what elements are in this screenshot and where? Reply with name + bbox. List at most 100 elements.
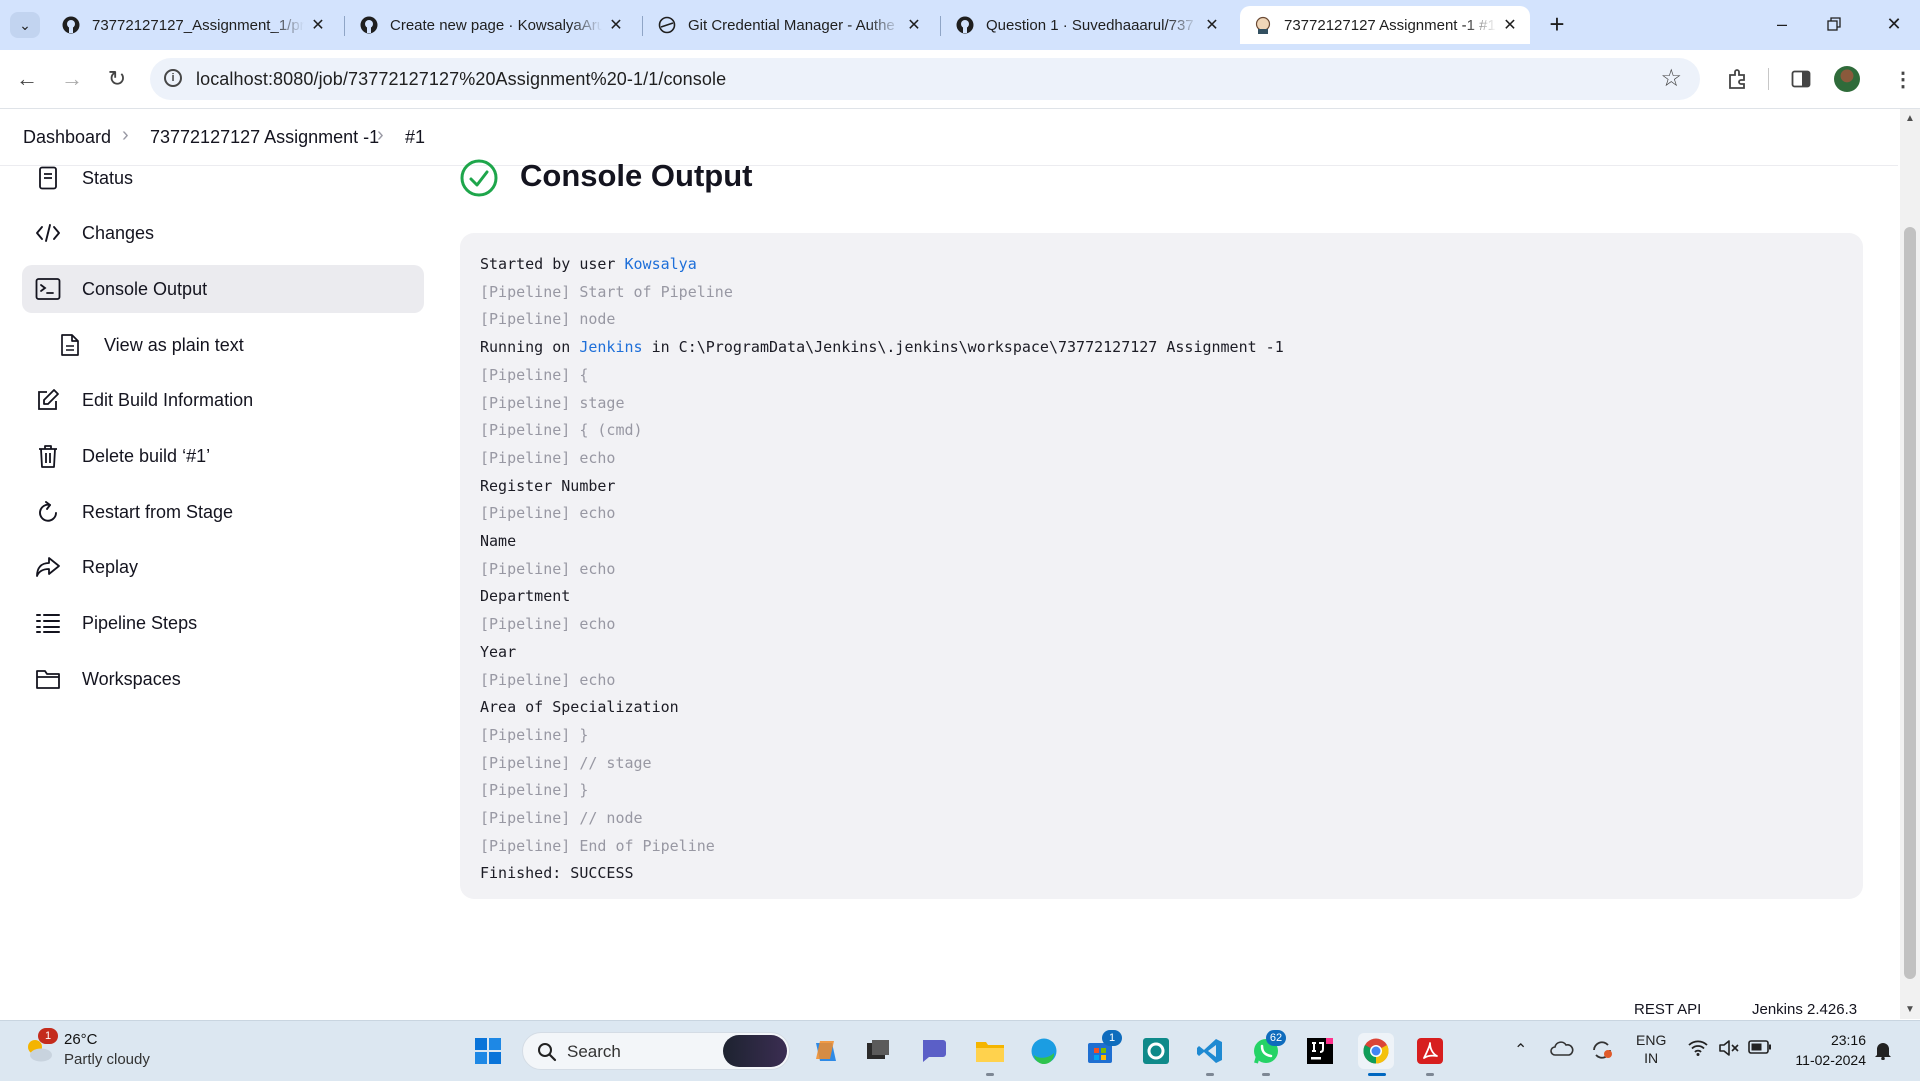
close-tab-icon[interactable]: ✕ [1496, 15, 1524, 35]
close-tab-icon[interactable]: ✕ [304, 15, 332, 35]
system-clock[interactable]: 23:16 11-02-2024 [1795, 1030, 1866, 1070]
sidebar-item-edit-build-information[interactable]: Edit Build Information [22, 376, 424, 424]
file-explorer-icon[interactable] [972, 1033, 1008, 1069]
edge-icon[interactable] [1026, 1033, 1062, 1069]
close-tab-icon[interactable]: ✕ [602, 15, 630, 35]
browser-tab[interactable]: 73772127127_Assignment_1/pr ✕ [48, 6, 338, 44]
console-line: [Pipeline] echo [480, 448, 616, 467]
cortana-icon[interactable] [1138, 1033, 1174, 1069]
close-window-icon[interactable]: ✕ [1864, 0, 1920, 48]
console-log: Started by user Kowsalya [Pipeline] Start… [480, 251, 1284, 888]
console-text: Running on [480, 338, 580, 357]
copilot-app-icon[interactable] [808, 1033, 844, 1069]
chevron-up-icon[interactable]: ⌃ [1514, 1040, 1527, 1060]
copilot-icon[interactable] [723, 1035, 787, 1067]
console-line: [Pipeline] stage [480, 393, 625, 412]
user-link[interactable]: Kowsalya [625, 255, 697, 273]
browser-tab-active[interactable]: 73772127127 Assignment -1 #1 ✕ [1240, 6, 1530, 44]
sidebar-item-changes[interactable]: Changes [22, 209, 424, 257]
volume-muted-icon[interactable] [1718, 1040, 1740, 1060]
tab-title: Create new page · KowsalyaAru [390, 16, 602, 34]
sidebar-item-restart-from-stage[interactable]: Restart from Stage [22, 488, 424, 536]
sync-icon[interactable] [1590, 1040, 1614, 1064]
task-view-icon[interactable] [860, 1033, 896, 1069]
jenkins-icon [1254, 16, 1272, 34]
console-line: Name [480, 532, 517, 551]
taskbar-search-box[interactable]: Search [522, 1032, 790, 1070]
clock-time: 23:16 [1830, 1032, 1866, 1048]
console-output-panel: Started by user Kowsalya [Pipeline] Start… [460, 233, 1863, 899]
language-indicator[interactable]: ENG IN [1636, 1031, 1666, 1067]
folder-icon [34, 665, 62, 693]
console-line: [Pipeline] } [480, 781, 589, 800]
sidebar-item-console-output[interactable]: Console Output [22, 265, 424, 313]
weather-temperature[interactable]: 26°C [64, 1031, 98, 1048]
running-indicator [1368, 1073, 1386, 1076]
status-icon [34, 164, 62, 192]
breadcrumb-build[interactable]: #1 [405, 127, 425, 148]
sidebar-item-status[interactable]: Status [22, 154, 424, 202]
sidebar-item-label: Workspaces [82, 668, 181, 689]
whatsapp-badge: 62 [1266, 1030, 1286, 1046]
browser-tab-strip: ⌄ 73772127127_Assignment_1/pr ✕ Create n… [0, 0, 1920, 50]
intellij-icon[interactable] [1302, 1033, 1338, 1069]
address-bar[interactable]: i localhost:8080/job/73772127127%20Assig… [150, 58, 1700, 100]
document-icon [56, 331, 84, 359]
rest-api-link[interactable]: REST API [1634, 1001, 1701, 1018]
tab-divider [344, 16, 345, 36]
globe-icon [658, 16, 676, 34]
site-info-icon[interactable]: i [164, 69, 182, 87]
restore-icon[interactable] [1804, 0, 1864, 48]
sidebar-item-view-as-plain-text[interactable]: View as plain text [22, 321, 424, 369]
wifi-icon[interactable] [1688, 1040, 1708, 1060]
browser-tab[interactable]: Git Credential Manager - Authe ✕ [644, 6, 934, 44]
side-panel-icon[interactable] [1786, 64, 1816, 94]
restart-icon [34, 498, 62, 526]
console-line: [Pipeline] echo [480, 559, 616, 578]
sidebar-item-delete-build[interactable]: Delete build ‘#1’ [22, 432, 424, 480]
edit-icon [34, 386, 62, 414]
notification-bell-icon[interactable] [1874, 1040, 1892, 1064]
sidebar-item-replay[interactable]: Replay [22, 543, 424, 591]
console-text: Started by user [480, 255, 625, 273]
profile-avatar[interactable] [1834, 66, 1860, 92]
close-tab-icon[interactable]: ✕ [1198, 15, 1226, 35]
tab-title: Question 1 · Suvedhaaarul/737 [986, 16, 1194, 34]
weather-condition[interactable]: Partly cloudy [64, 1051, 150, 1068]
close-tab-icon[interactable]: ✕ [900, 15, 928, 35]
new-tab-button[interactable]: + [1540, 10, 1574, 40]
jenkins-version-link[interactable]: Jenkins 2.426.3 [1752, 1001, 1857, 1018]
console-line: Running on Jenkins in C:\ProgramData\Jen… [480, 334, 1284, 362]
extensions-icon[interactable] [1722, 64, 1752, 94]
scroll-up-icon[interactable]: ▲ [1904, 113, 1916, 124]
console-line: Department [480, 587, 571, 606]
back-icon[interactable]: ← [10, 62, 44, 96]
forward-icon[interactable]: → [55, 62, 89, 96]
breadcrumb-job[interactable]: 73772127127 Assignment -1 [150, 127, 379, 148]
menu-dots-icon[interactable]: ⋮ [1888, 64, 1918, 94]
browser-tab[interactable]: Question 1 · Suvedhaaarul/737 ✕ [942, 6, 1232, 44]
onedrive-icon[interactable] [1550, 1040, 1574, 1060]
sidebar-item-pipeline-steps[interactable]: Pipeline Steps [22, 599, 424, 647]
battery-icon[interactable] [1748, 1040, 1772, 1058]
vscode-icon[interactable] [1192, 1033, 1228, 1069]
console-line: [Pipeline] echo [480, 504, 616, 523]
tab-search-button[interactable]: ⌄ [10, 12, 40, 38]
page-scrollbar[interactable]: ▲ ▼ [1900, 109, 1920, 1019]
sidebar-item-workspaces[interactable]: Workspaces [22, 655, 424, 703]
address-text[interactable]: localhost:8080/job/73772127127%20Assignm… [196, 69, 726, 90]
chat-icon[interactable] [915, 1033, 951, 1069]
minimize-icon[interactable]: – [1752, 0, 1812, 48]
bookmark-star-icon[interactable]: ☆ [1660, 64, 1682, 93]
chrome-icon[interactable] [1358, 1033, 1394, 1069]
scrollbar-thumb[interactable] [1904, 227, 1916, 979]
chevron-right-icon: › [122, 124, 129, 146]
windows-start-icon[interactable] [470, 1033, 506, 1069]
node-link[interactable]: Jenkins [579, 338, 642, 356]
acrobat-icon[interactable] [1412, 1033, 1448, 1069]
breadcrumb-dashboard[interactable]: Dashboard [23, 127, 111, 148]
scroll-down-icon[interactable]: ▼ [1904, 1004, 1916, 1015]
reload-icon[interactable]: ↻ [100, 62, 134, 96]
tab-divider [642, 16, 643, 36]
browser-tab[interactable]: Create new page · KowsalyaAru ✕ [346, 6, 636, 44]
